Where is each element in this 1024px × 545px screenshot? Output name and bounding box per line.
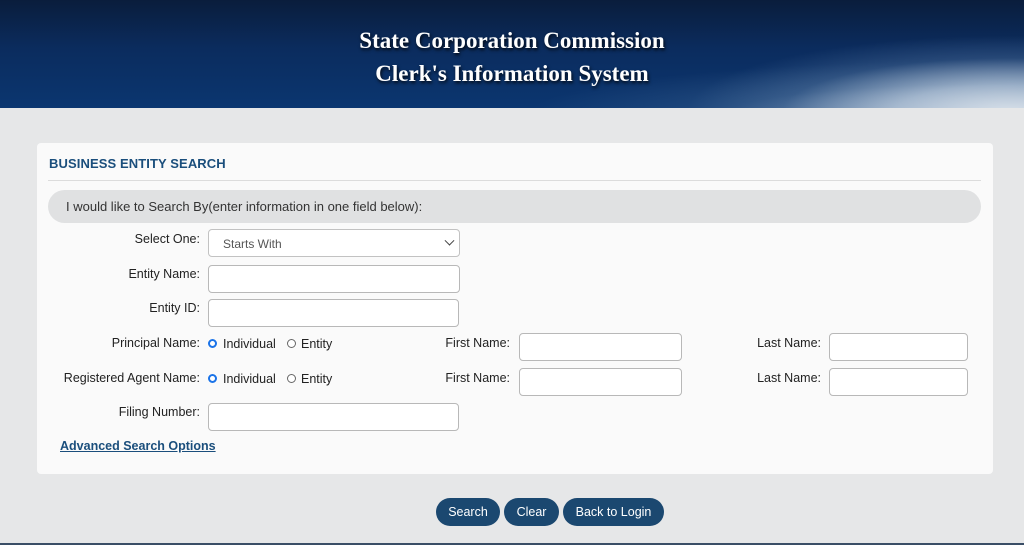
agent-last-name-label: Last Name: xyxy=(757,371,821,385)
header-title-line1: State Corporation Commission xyxy=(359,28,665,53)
entity-id-label: Entity ID: xyxy=(149,301,200,315)
principal-individual-label: Individual xyxy=(223,337,276,351)
agent-individual-radio[interactable] xyxy=(208,374,217,383)
search-by-bar: I would like to Search By(enter informat… xyxy=(48,190,981,223)
principal-first-name-input[interactable] xyxy=(519,333,682,361)
agent-first-name-label: First Name: xyxy=(445,371,510,385)
agent-entity-label: Entity xyxy=(301,372,333,386)
principal-first-name-label: First Name: xyxy=(445,336,510,350)
chevron-down-icon xyxy=(444,235,455,246)
advanced-search-options-link[interactable]: Advanced Search Options xyxy=(60,439,216,453)
principal-name-label: Principal Name: xyxy=(111,336,200,350)
agent-first-name-input[interactable] xyxy=(519,368,682,396)
entity-name-input[interactable] xyxy=(208,265,460,293)
principal-individual-radio[interactable] xyxy=(208,339,217,348)
select-one-label: Select One: xyxy=(134,232,200,246)
principal-entity-radio[interactable] xyxy=(287,339,296,348)
search-by-text: I would like to Search By(enter informat… xyxy=(66,199,423,214)
panel-title: BUSINESS ENTITY SEARCH xyxy=(49,156,226,171)
agent-individual-label: Individual xyxy=(223,372,276,386)
business-entity-search-panel: BUSINESS ENTITY SEARCH I would like to S… xyxy=(37,143,993,474)
search-button[interactable]: Search xyxy=(436,498,500,526)
clear-button[interactable]: Clear xyxy=(504,498,559,526)
back-to-login-button[interactable]: Back to Login xyxy=(563,498,664,526)
site-header: State Corporation Commission Clerk's Inf… xyxy=(0,0,1024,108)
principal-entity-label: Entity xyxy=(301,337,333,351)
match-type-select[interactable]: Starts With xyxy=(208,229,460,257)
filing-number-input[interactable] xyxy=(208,403,459,431)
agent-last-name-input[interactable] xyxy=(829,368,968,396)
panel-divider xyxy=(48,180,981,181)
principal-last-name-input[interactable] xyxy=(829,333,968,361)
registered-agent-label: Registered Agent Name: xyxy=(63,371,200,385)
match-type-value: Starts With xyxy=(223,237,282,251)
agent-entity-radio[interactable] xyxy=(287,374,296,383)
entity-id-input[interactable] xyxy=(208,299,459,327)
header-title-line2: Clerk's Information System xyxy=(375,61,649,86)
entity-name-label: Entity Name: xyxy=(128,267,200,281)
principal-last-name-label: Last Name: xyxy=(757,336,821,350)
filing-number-label: Filing Number: xyxy=(118,405,200,419)
